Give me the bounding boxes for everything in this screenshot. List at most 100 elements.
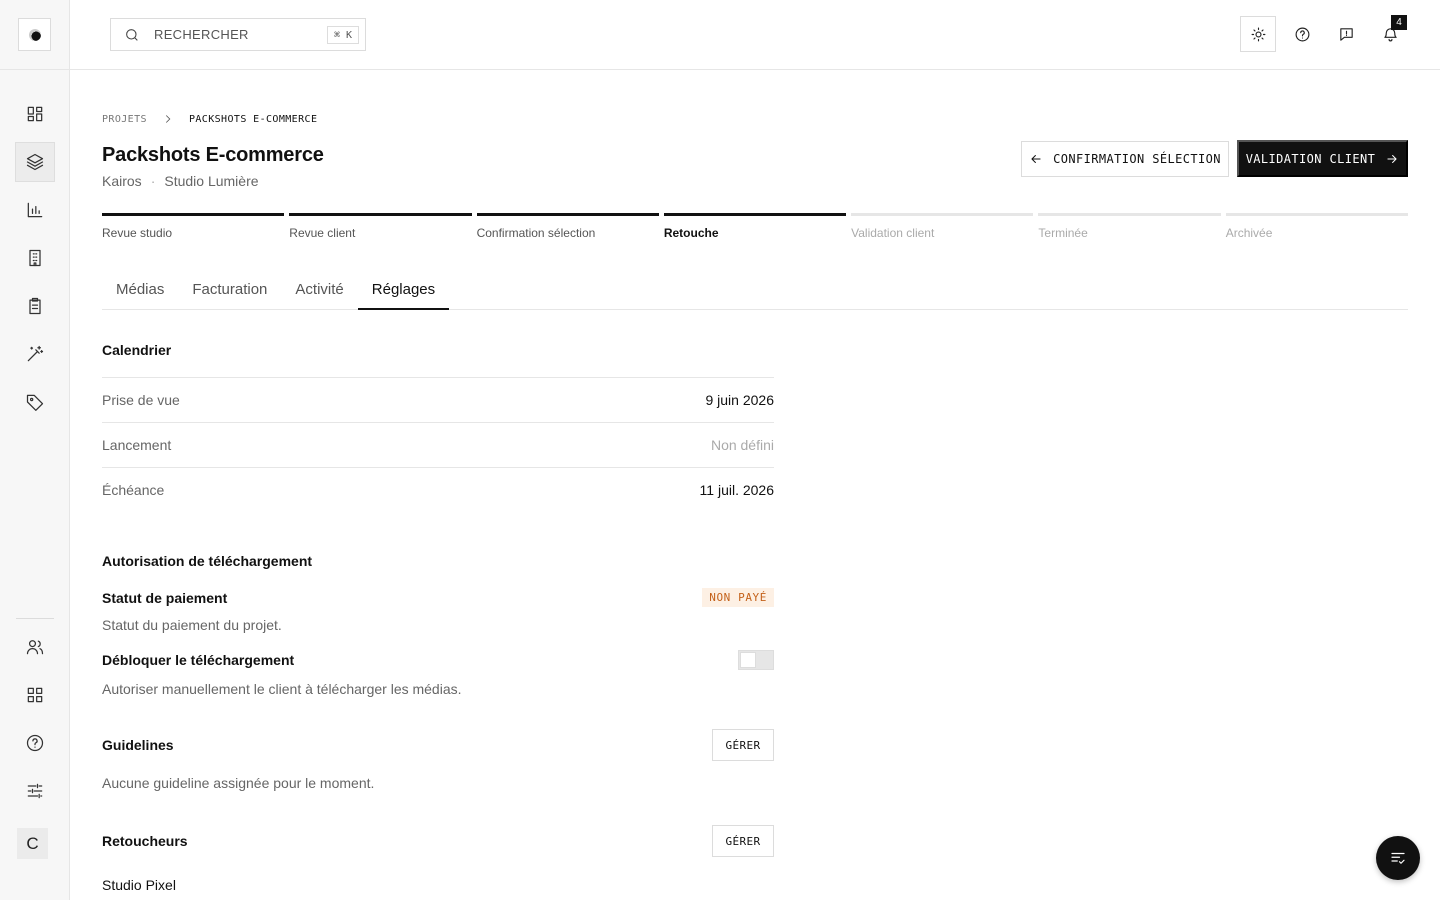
calendar-row-deadline: Échéance 11 juil. 2026: [102, 467, 774, 512]
tab-reglages[interactable]: Réglages: [357, 269, 450, 310]
help-button[interactable]: [1284, 16, 1320, 52]
unlock-download-description: Autoriser manuellement le client à téléc…: [102, 681, 462, 697]
page-title: Packshots E-commerce: [102, 144, 324, 166]
sidebar-item-help[interactable]: [15, 723, 55, 763]
logo-icon: [28, 28, 41, 41]
step-label: Archivée: [1225, 226, 1273, 240]
layers-icon: [26, 153, 44, 171]
sidebar-divider: [0, 69, 70, 70]
step-label: Revue client: [289, 226, 356, 240]
section-title: Autorisation de téléchargement: [102, 553, 313, 569]
manage-guidelines-button[interactable]: GÉRER: [712, 729, 774, 761]
tab-activite[interactable]: Activité: [281, 269, 357, 310]
sidebar-item-settings[interactable]: [15, 771, 55, 811]
sidebar-item-team[interactable]: [15, 627, 55, 667]
search-shortcut: ⌘ K: [326, 26, 359, 44]
sidebar: C: [0, 0, 70, 900]
sliders-icon: [27, 783, 43, 799]
toggle-knob: [740, 652, 756, 668]
step-validation-client: Validation client: [851, 213, 1034, 240]
building-icon: [29, 249, 41, 267]
step-confirmation-selection: Confirmation sélection: [476, 213, 659, 240]
calendar-row-launch: Lancement Non défini: [102, 422, 774, 467]
step-label: Retouche: [663, 226, 719, 240]
section-title: Calendrier: [102, 342, 172, 358]
previous-step-label: CONFIRMATION SÉLECTION: [1053, 152, 1221, 166]
step-bar: [663, 213, 847, 216]
sidebar-item-dashboard[interactable]: [15, 94, 55, 134]
workflow-stepper: Revue studio Revue client Confirmation s…: [102, 213, 1408, 240]
section-title: Guidelines: [102, 737, 174, 753]
calendar-section: Calendrier Prise de vue 9 juin 2026 Lanc…: [102, 342, 774, 512]
project-subtitle: Kairos · Studio Lumière: [102, 173, 259, 189]
section-title: Retoucheurs: [102, 833, 188, 849]
previous-step-button[interactable]: CONFIRMATION SÉLECTION: [1021, 141, 1229, 177]
step-bar: [1038, 213, 1221, 216]
project-client: Kairos: [102, 173, 142, 189]
step-archivee: Archivée: [1225, 213, 1408, 240]
search-input[interactable]: [154, 27, 314, 42]
clipboard-icon: [29, 297, 41, 315]
step-revue-studio: Revue studio: [102, 213, 285, 240]
arrow-left-icon: [1031, 155, 1041, 163]
sidebar-item-apps[interactable]: [15, 675, 55, 715]
search-icon: [126, 28, 138, 41]
next-step-button[interactable]: VALIDATION CLIENT: [1237, 140, 1408, 177]
tag-icon: [26, 394, 44, 411]
breadcrumb-projects-link[interactable]: PROJETS: [102, 114, 147, 125]
row-label: Lancement: [102, 437, 172, 453]
step-terminee: Terminée: [1038, 213, 1221, 240]
notifications-button[interactable]: 4: [1372, 15, 1408, 52]
step-bar: [1225, 213, 1408, 216]
list-filter-icon: [1391, 852, 1405, 864]
row-value[interactable]: 9 juin 2026: [705, 392, 774, 408]
message-alert-icon: [1339, 27, 1353, 41]
step-retouche: Retouche: [663, 213, 847, 240]
bar-chart-icon: [27, 202, 43, 218]
step-label: Revue studio: [102, 226, 173, 240]
step-bar: [476, 213, 659, 216]
row-label: Échéance: [102, 482, 165, 498]
sidebar-item-pricing[interactable]: [15, 382, 55, 422]
sun-icon: [1251, 27, 1265, 41]
tab-medias[interactable]: Médias: [102, 269, 178, 310]
guidelines-empty-text: Aucune guideline assignée pour le moment…: [102, 775, 375, 791]
help-circle-icon: [1295, 27, 1309, 41]
unlock-download-label: Débloquer le téléchargement: [102, 652, 295, 668]
users-icon: [26, 640, 44, 655]
project-tabs: Médias Facturation Activité Réglages: [102, 269, 1408, 310]
sidebar-item-retouch[interactable]: [15, 334, 55, 374]
row-value[interactable]: 11 juil. 2026: [700, 482, 774, 498]
feedback-button[interactable]: [1328, 16, 1364, 52]
app-logo[interactable]: [18, 18, 51, 51]
payment-status-label: Statut de paiement: [102, 589, 228, 606]
guidelines-section: Guidelines GÉRER Aucune guideline assign…: [102, 729, 774, 791]
user-avatar[interactable]: C: [17, 828, 48, 859]
dashboard-icon: [27, 106, 43, 122]
search-box[interactable]: ⌘ K: [110, 18, 366, 51]
arrow-right-icon: [1387, 154, 1397, 163]
sidebar-item-companies[interactable]: [15, 238, 55, 278]
sidebar-item-analytics[interactable]: [15, 190, 55, 230]
unlock-download-toggle[interactable]: [738, 650, 774, 670]
download-authorization-section: Autorisation de téléchargement Statut de…: [102, 553, 774, 697]
chevron-right-icon: [165, 115, 171, 123]
dot-separator: ·: [150, 173, 156, 189]
notification-count-badge: 4: [1391, 15, 1407, 30]
step-label: Terminée: [1038, 226, 1088, 240]
payment-status-description: Statut du paiement du projet.: [102, 617, 282, 633]
next-step-label: VALIDATION CLIENT: [1245, 151, 1376, 166]
top-bar: ⌘ K 4: [70, 0, 1440, 70]
tab-facturation[interactable]: Facturation: [178, 269, 281, 310]
theme-toggle-button[interactable]: [1240, 16, 1276, 52]
row-label: Prise de vue: [102, 392, 180, 408]
step-label: Validation client: [851, 226, 935, 240]
sidebar-item-projects[interactable]: [15, 142, 55, 182]
avatar-initial: C: [26, 833, 39, 853]
manage-retouchers-button[interactable]: GÉRER: [712, 825, 774, 857]
row-value[interactable]: Non défini: [711, 437, 774, 453]
sidebar-item-tasks[interactable]: [15, 286, 55, 326]
quick-actions-button[interactable]: [1376, 836, 1420, 880]
retouchers-section: Retoucheurs GÉRER Studio Pixel: [102, 825, 774, 893]
payment-status-badge: NON PAYÉ: [702, 588, 774, 607]
